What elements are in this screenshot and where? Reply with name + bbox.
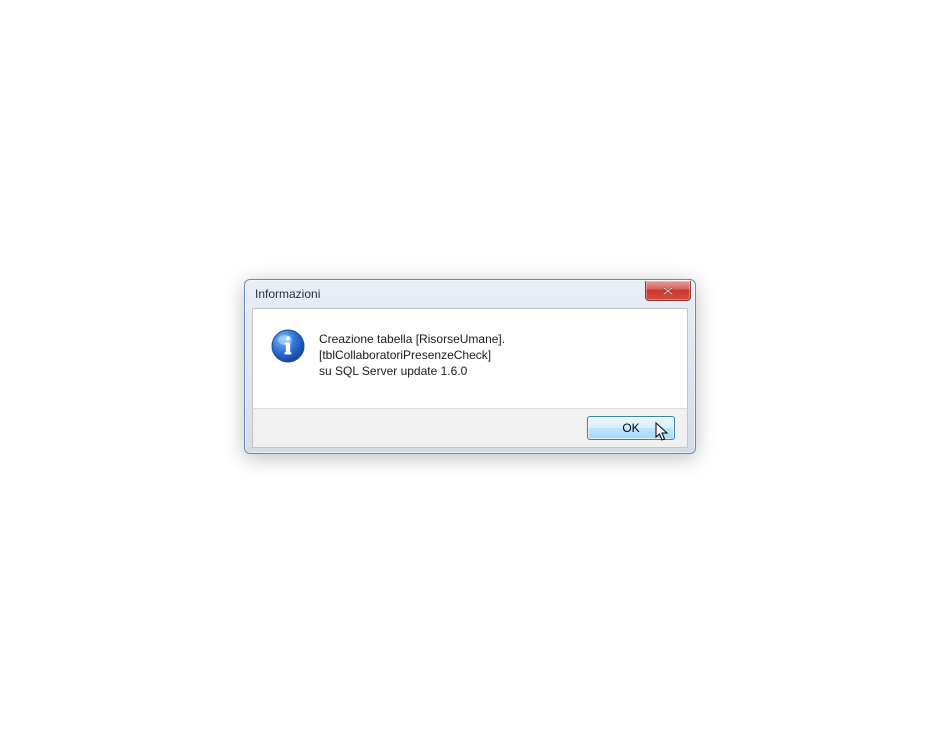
titlebar[interactable]: Informazioni (245, 280, 695, 308)
dialog-button-bar: OK (252, 408, 688, 448)
info-dialog: Informazioni (244, 279, 696, 454)
close-icon (662, 286, 674, 296)
message-line-2: su SQL Server update 1.6.0 (319, 364, 467, 378)
info-icon (271, 329, 305, 363)
dialog-title: Informazioni (255, 287, 645, 301)
dialog-message: Creazione tabella [RisorseUmane].[tblCol… (319, 329, 669, 380)
close-button[interactable] (645, 281, 691, 301)
dialog-content: Creazione tabella [RisorseUmane].[tblCol… (252, 308, 688, 408)
message-line-1: Creazione tabella [RisorseUmane].[tblCol… (319, 332, 505, 362)
ok-button[interactable]: OK (587, 416, 675, 440)
